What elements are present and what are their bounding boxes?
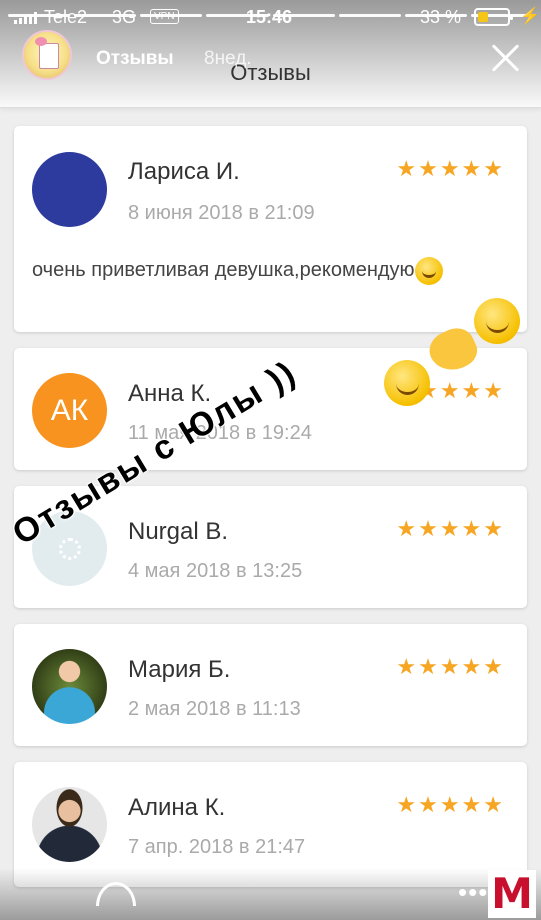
story-avatar[interactable] xyxy=(22,30,72,80)
charging-icon: ⚡ xyxy=(520,8,540,25)
story-age: 8нед. xyxy=(204,48,252,69)
story-header: Отзывы 8нед. xyxy=(0,28,541,92)
signal-icon xyxy=(14,12,37,24)
battery-icon xyxy=(474,8,513,26)
wink-emoji-sticker[interactable] xyxy=(474,298,520,344)
star-rating: ★★★★★ xyxy=(396,792,505,817)
network-type: 3G xyxy=(112,7,137,27)
loading-spinner-icon xyxy=(59,538,81,560)
more-options-icon[interactable]: ••• xyxy=(458,879,488,905)
reviewer-name: Мария Б. xyxy=(128,656,231,683)
grin-emoji-sticker[interactable] xyxy=(384,360,430,406)
avatar xyxy=(32,787,107,862)
close-icon[interactable] xyxy=(488,40,524,76)
review-date: 4 мая 2018 в 13:25 xyxy=(128,560,303,582)
carrier-name: Tele2 xyxy=(44,7,88,27)
star-rating: ★★★★★ xyxy=(396,654,505,679)
review-date: 8 июня 2018 в 21:09 xyxy=(128,202,315,224)
smile-emoji-icon xyxy=(414,256,443,285)
reviewer-name: Алина К. xyxy=(128,794,226,821)
story-username[interactable]: Отзывы xyxy=(96,48,174,70)
vpn-badge: VPN xyxy=(150,9,179,24)
star-rating: ★★★★★ xyxy=(396,156,505,181)
review-date: 2 мая 2018 в 11:13 xyxy=(128,698,301,720)
clock: 15:46 xyxy=(246,7,293,27)
review-card[interactable]: Мария Б. 2 мая 2018 в 11:13 ★★★★★ xyxy=(14,624,527,746)
star-rating: ★★★★★ xyxy=(396,516,505,541)
battery-percent: 33 % xyxy=(420,7,462,27)
reviewer-name: Лариса И. xyxy=(128,158,240,185)
review-date: 7 апр. 2018 в 21:47 xyxy=(128,836,306,858)
watermark-logo: M xyxy=(488,870,536,918)
avatar xyxy=(32,649,107,724)
review-text: очень приветливая девушка,рекомендую xyxy=(32,254,492,286)
review-card[interactable]: Лариса И. 8 июня 2018 в 21:09 ★★★★★ очен… xyxy=(14,126,527,332)
review-text-body: очень приветливая девушка,рекомендую xyxy=(32,259,415,281)
reviewer-name: Nurgal B. xyxy=(128,518,229,545)
avatar: АК xyxy=(32,373,107,448)
avatar xyxy=(32,152,107,227)
